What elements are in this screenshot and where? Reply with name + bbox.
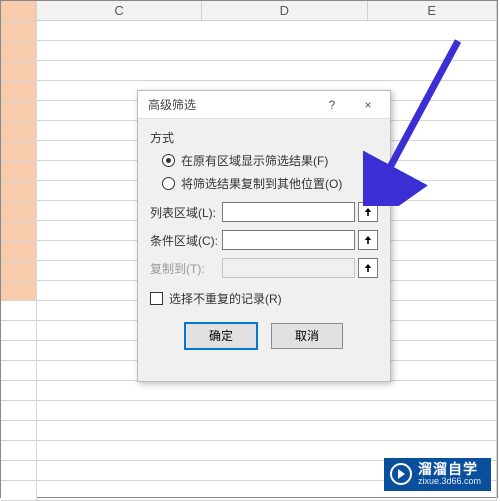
cell[interactable] — [1, 301, 37, 320]
cell[interactable] — [1, 201, 37, 220]
watermark-sub: zixue.3d66.com — [418, 477, 481, 487]
cell[interactable] — [1, 261, 37, 280]
cell[interactable] — [1, 341, 37, 360]
cell[interactable] — [1, 241, 37, 260]
dialog-body: 方式 在原有区域显示筛选结果(F) 将筛选结果复制到其他位置(O) 列表区域(L… — [138, 119, 390, 359]
cell[interactable] — [1, 441, 37, 460]
close-button[interactable]: × — [350, 93, 386, 117]
ok-button[interactable]: 确定 — [185, 323, 257, 349]
criteria-range-picker-button[interactable] — [358, 230, 378, 250]
table-row[interactable] — [1, 21, 497, 41]
dialog-title: 高级筛选 — [148, 96, 196, 113]
table-row[interactable] — [1, 421, 497, 441]
radio-inplace[interactable] — [162, 154, 175, 167]
cell[interactable] — [37, 421, 497, 440]
criteria-range-label: 条件区域(C): — [150, 232, 222, 249]
cell[interactable] — [1, 221, 37, 240]
cell[interactable] — [1, 121, 37, 140]
list-range-input[interactable] — [222, 202, 355, 222]
copy-to-input — [222, 258, 355, 278]
cell[interactable] — [1, 141, 37, 160]
unique-records-checkbox[interactable] — [150, 292, 163, 305]
method-label: 方式 — [150, 129, 378, 146]
cell[interactable] — [1, 321, 37, 340]
cell[interactable] — [1, 281, 37, 300]
play-icon — [390, 463, 412, 485]
watermark-main: 溜溜自学 — [418, 462, 481, 477]
column-header-d[interactable]: D — [202, 1, 367, 20]
range-picker-icon — [364, 235, 372, 245]
table-row[interactable] — [1, 401, 497, 421]
cancel-button[interactable]: 取消 — [271, 323, 343, 349]
table-row[interactable] — [1, 61, 497, 81]
radio-copy[interactable] — [162, 177, 175, 190]
cell[interactable] — [37, 61, 497, 80]
list-range-picker-button[interactable] — [358, 202, 378, 222]
cell[interactable] — [1, 361, 37, 380]
cell[interactable] — [37, 21, 497, 40]
table-row[interactable] — [1, 381, 497, 401]
cell[interactable] — [37, 381, 497, 400]
radio-copy-row[interactable]: 将筛选结果复制到其他位置(O) — [162, 175, 378, 192]
column-header-c[interactable]: C — [37, 1, 202, 20]
radio-copy-label: 将筛选结果复制到其他位置(O) — [181, 175, 342, 192]
cell[interactable] — [1, 161, 37, 180]
copy-to-picker-button[interactable] — [358, 258, 378, 278]
cell[interactable] — [37, 401, 497, 420]
watermark: 溜溜自学 zixue.3d66.com — [384, 458, 491, 491]
cell[interactable] — [1, 81, 37, 100]
range-picker-icon — [364, 207, 372, 217]
table-row[interactable] — [1, 41, 497, 61]
radio-inplace-row[interactable]: 在原有区域显示筛选结果(F) — [162, 152, 378, 169]
cell[interactable] — [1, 401, 37, 420]
criteria-range-input[interactable] — [222, 230, 355, 250]
cell[interactable] — [1, 21, 37, 40]
radio-inplace-label: 在原有区域显示筛选结果(F) — [181, 152, 328, 169]
cell[interactable] — [1, 41, 37, 60]
cell[interactable] — [1, 61, 37, 80]
cell[interactable] — [1, 421, 37, 440]
advanced-filter-dialog: 高级筛选 ? × 方式 在原有区域显示筛选结果(F) 将筛选结果复制到其他位置(… — [137, 90, 391, 382]
range-picker-icon — [364, 263, 372, 273]
app-frame: C D E 高级筛选 ? × 方式 在原有区域显示筛选结果(F) 将筛选结果 — [0, 0, 498, 498]
column-header-row: C D E — [1, 1, 497, 21]
cell[interactable] — [1, 481, 37, 500]
cell[interactable] — [1, 101, 37, 120]
unique-records-label: 选择不重复的记录(R) — [169, 290, 282, 307]
list-range-label: 列表区域(L): — [150, 204, 222, 221]
dialog-titlebar[interactable]: 高级筛选 ? × — [138, 91, 390, 119]
unique-records-row[interactable]: 选择不重复的记录(R) — [150, 290, 378, 307]
column-header-e[interactable]: E — [368, 1, 497, 20]
cell[interactable] — [1, 181, 37, 200]
help-button[interactable]: ? — [314, 93, 350, 117]
cell[interactable] — [1, 461, 37, 480]
column-header-blank — [1, 1, 37, 20]
copy-to-label: 复制到(T): — [150, 260, 222, 277]
cell[interactable] — [37, 41, 497, 60]
cell[interactable] — [1, 381, 37, 400]
